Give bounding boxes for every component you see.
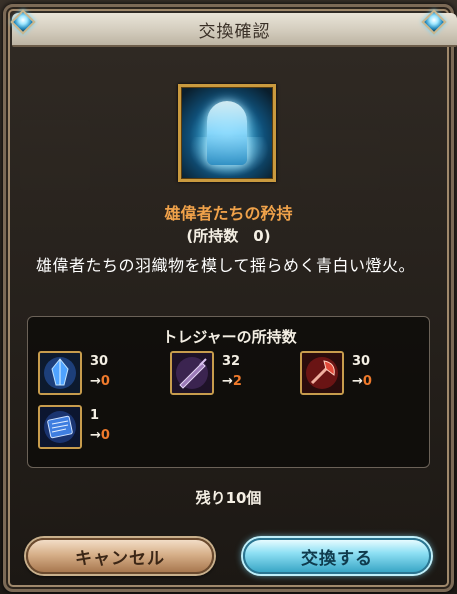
- exchange-confirm-button[interactable]: 交換する: [243, 538, 431, 574]
- cloak-figure: [207, 101, 247, 165]
- item-name: 雄偉者たちの矜持: [164, 204, 293, 223]
- dark-sword-icon: [170, 351, 214, 395]
- treasure-count-before: 32: [222, 354, 241, 369]
- arrow: →: [352, 374, 363, 389]
- arrow: →: [222, 374, 233, 389]
- treasure-item: 30 →0: [300, 351, 420, 399]
- dialog-title: 交換確認: [198, 21, 271, 42]
- blue-scroll-icon: [38, 405, 82, 449]
- dialog-titlebar: 交換確認: [12, 13, 457, 47]
- treasure-count-before: 1: [90, 408, 100, 423]
- treasure-panel: トレジャーの所持数 30 →0 32 →2 30 →0 1 →0: [27, 316, 430, 468]
- treasure-count-after-value: 0: [100, 374, 110, 389]
- treasure-count-before: 30: [352, 354, 371, 369]
- item-owned-count: (所持数 0): [186, 227, 271, 245]
- treasure-count-after: →0: [90, 428, 110, 443]
- arrow: →: [90, 428, 101, 443]
- treasure-count-after: →0: [352, 374, 372, 389]
- treasure-item: 30 →0: [38, 351, 158, 399]
- treasure-count-after: →0: [90, 374, 110, 389]
- treasure-panel-title: トレジャーの所持数: [162, 328, 297, 346]
- red-axe-icon: [300, 351, 344, 395]
- blue-flame-cloak-icon: [178, 84, 276, 182]
- item-description: 雄偉者たちの羽織物を模して揺らめく青白い燈火。: [36, 256, 416, 275]
- treasure-item: 32 →2: [170, 351, 290, 399]
- remaining-count: 残り10個: [195, 489, 262, 507]
- treasure-count-after: →2: [222, 374, 242, 389]
- treasure-count-before: 30: [90, 354, 109, 369]
- treasure-count-after-value: 2: [232, 374, 242, 389]
- treasure-item: 1 →0: [38, 405, 158, 453]
- treasure-count-after-value: 0: [100, 428, 110, 443]
- blue-crystal-icon: [38, 351, 82, 395]
- arrow: →: [90, 374, 101, 389]
- treasure-count-after-value: 0: [362, 374, 372, 389]
- cancel-button[interactable]: キャンセル: [26, 538, 214, 574]
